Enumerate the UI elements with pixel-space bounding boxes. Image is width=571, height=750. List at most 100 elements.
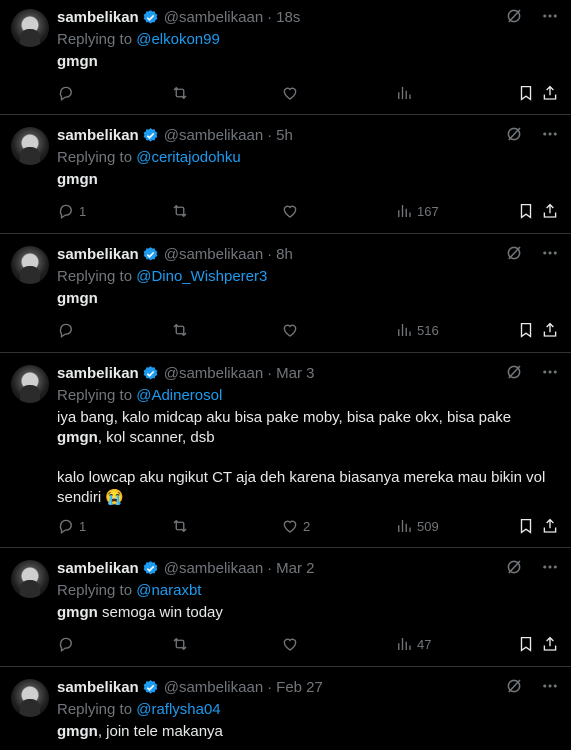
share-icon: [543, 203, 557, 218]
tweet-text: iya bang, kalo midcap aku bisa pake moby…: [57, 409, 516, 446]
reply-button[interactable]: 1: [57, 202, 86, 220]
repost-button[interactable]: [171, 84, 189, 102]
replying-to: Replying to @ceritajodohku: [57, 149, 241, 166]
display-name[interactable]: sambelikan: [57, 560, 139, 577]
grok-icon[interactable]: [505, 125, 523, 143]
heart-icon: [283, 638, 297, 651]
share-button[interactable]: [541, 517, 559, 535]
mention-link[interactable]: @naraxbt: [136, 582, 201, 599]
tweet[interactable]: sambelikan @sambelikaan · Mar 2 Replying…: [0, 548, 571, 667]
more-options-icon[interactable]: [541, 125, 559, 143]
handle[interactable]: @sambelikaan: [164, 365, 263, 382]
repost-button[interactable]: [171, 517, 189, 535]
timestamp[interactable]: 5h: [276, 127, 293, 144]
mention-link[interactable]: @raflysha04: [136, 701, 220, 718]
grok-icon[interactable]: [505, 244, 523, 262]
share-button[interactable]: [541, 321, 559, 339]
timestamp[interactable]: 8h: [276, 246, 293, 263]
more-options-icon[interactable]: [541, 677, 559, 695]
action-bar: 47: [57, 635, 559, 655]
display-name[interactable]: sambelikan: [57, 365, 139, 382]
avatar[interactable]: [11, 9, 49, 47]
handle[interactable]: @sambelikaan: [164, 560, 263, 577]
repost-button[interactable]: [171, 202, 189, 220]
views-button[interactable]: [395, 84, 413, 102]
grok-icon[interactable]: [505, 677, 523, 695]
heart-icon: [283, 205, 297, 218]
avatar[interactable]: [11, 246, 49, 284]
tweet-text: gmgn: [57, 52, 559, 72]
separator-dot: ·: [267, 559, 273, 577]
bookmark-button[interactable]: [517, 517, 535, 535]
views-icon: [398, 205, 411, 217]
share-button[interactable]: [541, 84, 559, 102]
display-name[interactable]: sambelikan: [57, 127, 139, 144]
like-button[interactable]: [281, 202, 299, 220]
timestamp[interactable]: Feb 27: [276, 679, 323, 696]
tweet-text: gmgn, join tele makanya: [57, 723, 223, 740]
views-icon: [398, 638, 411, 650]
tweet[interactable]: sambelikan @sambelikaan · 18s Replying t…: [0, 0, 571, 115]
views-button[interactable]: 516: [395, 321, 439, 339]
mention-link[interactable]: @Dino_Wishperer3: [136, 268, 267, 285]
display-name[interactable]: sambelikan: [57, 679, 139, 696]
bookmark-button[interactable]: [517, 635, 535, 653]
avatar[interactable]: [11, 679, 49, 717]
grok-icon[interactable]: [505, 363, 523, 381]
reply-button[interactable]: [57, 321, 75, 339]
handle[interactable]: @sambelikaan: [164, 127, 263, 144]
tweet[interactable]: sambelikan @sambelikaan · 5h Replying to…: [0, 115, 571, 234]
reply-button[interactable]: 1: [57, 517, 86, 535]
view-count: 516: [417, 322, 439, 338]
like-button[interactable]: [281, 321, 299, 339]
repost-icon: [173, 204, 187, 218]
more-options-icon[interactable]: [541, 558, 559, 576]
reply-button[interactable]: [57, 635, 75, 653]
replying-to: Replying to @naraxbt: [57, 582, 202, 599]
avatar[interactable]: [11, 127, 49, 165]
more-options-icon[interactable]: [541, 7, 559, 25]
like-button[interactable]: [281, 84, 299, 102]
mention-link[interactable]: @Adinerosol: [136, 387, 222, 404]
tweet-text: gmgn: [57, 289, 559, 309]
views-button[interactable]: 47: [395, 635, 431, 653]
handle[interactable]: @sambelikaan: [164, 246, 263, 263]
bookmark-button[interactable]: [517, 202, 535, 220]
avatar[interactable]: [11, 365, 49, 403]
timestamp[interactable]: Mar 3: [276, 365, 314, 382]
bookmark-button[interactable]: [517, 84, 535, 102]
like-button[interactable]: 2: [281, 517, 310, 535]
mention-link[interactable]: @elkokon99: [136, 31, 220, 48]
tweet-text-paragraph: kalo lowcap aku ngikut CT aja deh karena…: [57, 469, 550, 506]
reply-button[interactable]: [57, 84, 75, 102]
more-options-icon[interactable]: [541, 363, 559, 381]
separator-dot: ·: [267, 678, 273, 696]
handle[interactable]: @sambelikaan: [164, 9, 263, 26]
more-options-icon[interactable]: [541, 244, 559, 262]
mention-link[interactable]: @ceritajodohku: [136, 149, 240, 166]
tweet-header: sambelikan @sambelikaan · Mar 2: [57, 558, 559, 578]
view-count: 47: [417, 636, 432, 652]
tweet[interactable]: sambelikan @sambelikaan · Mar 3 Replying…: [0, 353, 571, 548]
grok-icon[interactable]: [505, 558, 523, 576]
tweet[interactable]: sambelikan @sambelikaan · 8h Replying to…: [0, 234, 571, 353]
repost-button[interactable]: [171, 635, 189, 653]
tweet[interactable]: sambelikan @sambelikaan · Feb 27 Replyin…: [0, 667, 571, 750]
timestamp[interactable]: Mar 2: [276, 560, 314, 577]
grok-icon[interactable]: [505, 7, 523, 25]
avatar[interactable]: [11, 560, 49, 598]
like-button[interactable]: [281, 635, 299, 653]
display-name[interactable]: sambelikan: [57, 246, 139, 263]
heart-icon: [283, 324, 297, 337]
timestamp[interactable]: 18s: [276, 9, 300, 26]
share-button[interactable]: [541, 202, 559, 220]
verified-badge-icon: [143, 679, 158, 694]
views-button[interactable]: 509: [395, 517, 439, 535]
bookmark-button[interactable]: [517, 321, 535, 339]
bold-term: gmgn: [57, 53, 98, 70]
share-button[interactable]: [541, 635, 559, 653]
views-button[interactable]: 167: [395, 202, 439, 220]
handle[interactable]: @sambelikaan: [164, 679, 263, 696]
display-name[interactable]: sambelikan: [57, 9, 139, 26]
repost-button[interactable]: [171, 321, 189, 339]
